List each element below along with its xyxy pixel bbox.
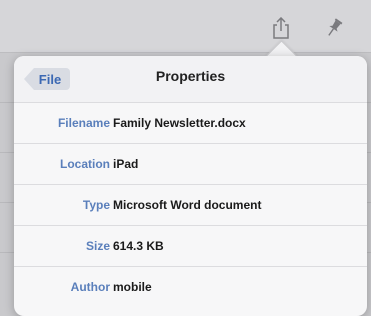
top-toolbar bbox=[0, 0, 371, 53]
property-label: Filename bbox=[57, 116, 110, 130]
property-value: Microsoft Word document bbox=[113, 198, 262, 212]
popover-title: Properties bbox=[155, 68, 226, 84]
property-label: Author bbox=[70, 280, 110, 294]
popover-header: File Properties bbox=[14, 56, 367, 102]
property-label: Size bbox=[85, 239, 110, 253]
property-row-location: Location iPad bbox=[14, 143, 367, 184]
property-row-filename: Filename Family Newsletter.docx bbox=[14, 102, 367, 143]
property-label: Location bbox=[60, 157, 110, 171]
pin-icon[interactable] bbox=[322, 16, 346, 40]
properties-popover: File Properties Filename Family Newslett… bbox=[14, 56, 367, 316]
property-value: Family Newsletter.docx bbox=[113, 116, 246, 130]
property-row-size: Size 614.3 KB bbox=[14, 225, 367, 266]
share-icon[interactable] bbox=[269, 16, 293, 40]
property-value: mobile bbox=[113, 280, 152, 294]
property-row-type: Type Microsoft Word document bbox=[14, 184, 367, 225]
property-value: 614.3 KB bbox=[113, 239, 164, 253]
property-label: Type bbox=[82, 198, 110, 212]
properties-list: Filename Family Newsletter.docx Location… bbox=[14, 102, 367, 307]
property-value: iPad bbox=[113, 157, 139, 171]
property-row-author: Author mobile bbox=[14, 266, 367, 307]
